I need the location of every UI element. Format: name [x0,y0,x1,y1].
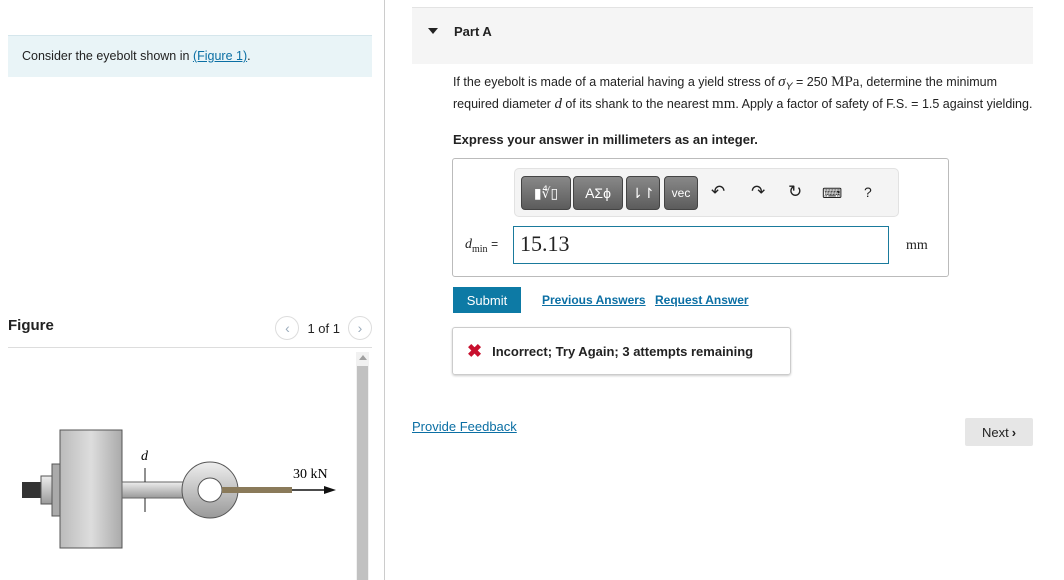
answer-box: ▮∜▯ ΑΣϕ ⇂↾ vec ↶ ↷ ↻ ⌨ ? dmin = 15.13 mm [452,158,949,277]
q-t2: = 250 [792,75,832,89]
figure-title: Figure [8,317,54,334]
instruction: Express your answer in millimeters as an… [453,132,758,147]
next-button[interactable]: Next › [965,418,1033,446]
figure-link[interactable]: (Figure 1) [193,49,247,63]
reset-icon[interactable]: ↻ [788,182,802,202]
q-t5: . Apply a factor of safety of F.S. = 1.5… [735,96,1033,111]
q-mpa: MPa [831,74,860,90]
provide-feedback-link[interactable]: Provide Feedback [412,419,517,434]
scroll-thumb[interactable] [357,366,368,580]
left-panel: Consider the eyebolt shown in (Figure 1)… [0,0,385,580]
templates-button[interactable]: ▮∜▯ [521,176,571,210]
redo-icon[interactable]: ↷ [751,182,765,202]
collapse-triangle-icon[interactable] [428,28,438,34]
question-text: If the eyebolt is made of a material hav… [453,74,1033,112]
unit-label: mm [906,238,928,253]
q-t1: If the eyebolt is made of a material hav… [453,75,779,89]
equals: = [491,237,499,251]
undo-icon[interactable]: ↶ [711,182,725,202]
submit-button[interactable]: Submit [453,287,521,313]
keyboard-icon[interactable]: ⌨ [822,185,842,202]
pager-text: 1 of 1 [307,320,340,336]
chevron-right-icon: › [1011,424,1017,440]
arrows-button[interactable]: ⇂↾ [626,176,660,210]
label-force: 30 kN [293,467,328,482]
next-figure-button[interactable]: › [348,316,372,340]
fraction-root-icon: ▮∜▯ [533,184,559,201]
intro-suffix: . [247,49,251,63]
help-button[interactable]: ? [864,184,872,200]
request-answer-link[interactable]: Request Answer [655,293,749,307]
answer-label: dmin = [465,237,498,255]
vec-button[interactable]: vec [664,176,698,210]
prev-figure-button[interactable]: ‹ [275,316,300,340]
eyebolt-figure: d 30 kN [8,380,348,563]
intro-text: Consider the eyebolt shown in [22,49,193,63]
label-d: d [141,449,149,464]
previous-answers-link[interactable]: Previous Answers [542,293,646,307]
intro-box: Consider the eyebolt shown in (Figure 1)… [8,35,372,77]
var-sub: min [472,243,488,255]
greek-button[interactable]: ΑΣϕ [573,176,623,210]
figure-scrollbar[interactable] [356,352,369,580]
q-sigma: σ [778,74,786,90]
next-label: Next [981,424,1009,440]
feedback-text: Incorrect; Try Again; 3 attempts remaini… [492,343,754,359]
incorrect-icon: ✖ [467,340,483,361]
var-d: d [465,237,472,252]
part-title: Part A [454,24,492,39]
figure-header: Figure ‹ 1 of 1 › [8,314,372,348]
q-t4: of its shank to the nearest [561,96,713,111]
q-mm: mm [712,95,736,112]
feedback-box: ✖ Incorrect; Try Again; 3 attempts remai… [452,327,791,375]
part-a-header[interactable]: Part A [412,7,1033,64]
q-d: d [554,95,562,112]
scroll-up-icon[interactable] [359,355,367,360]
figure-pager: ‹ 1 of 1 › [275,316,372,340]
q-sub: Y [785,81,793,93]
answer-input[interactable]: 15.13 [513,226,889,264]
math-toolbar: ▮∜▯ ΑΣϕ ⇂↾ vec ↶ ↷ ↻ ⌨ ? [514,168,899,217]
